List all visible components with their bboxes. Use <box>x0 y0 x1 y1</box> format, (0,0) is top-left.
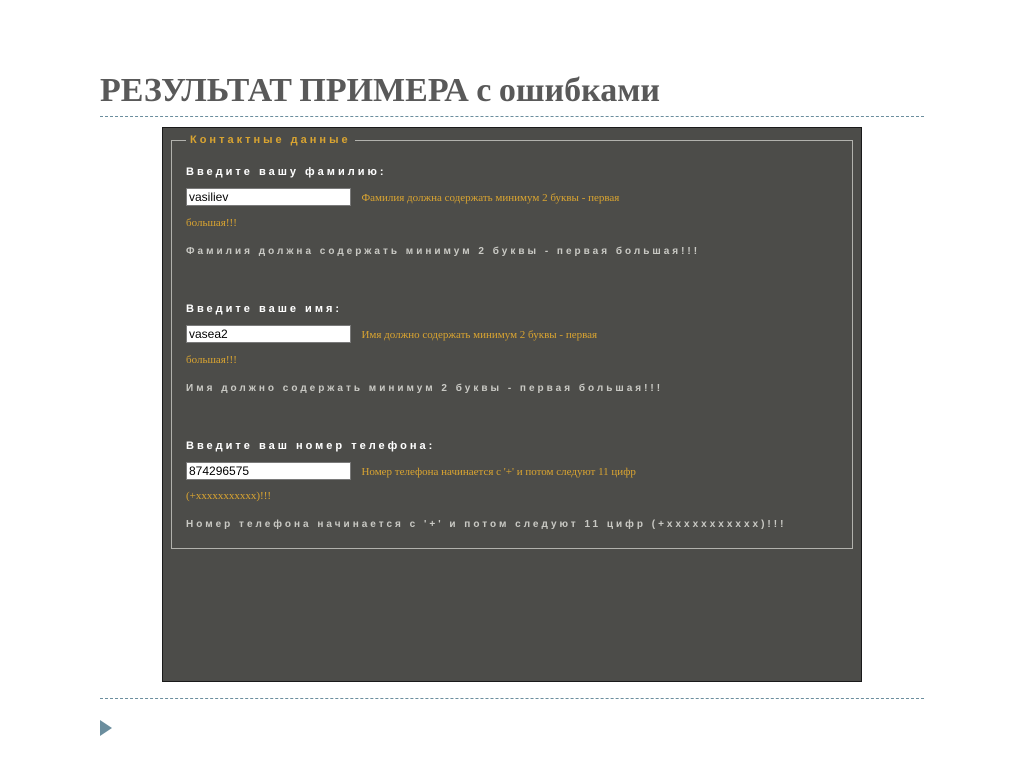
fieldset-legend: Контактные данные <box>186 134 355 146</box>
name-group: Введите ваше имя: Имя должно содержать м… <box>186 303 838 398</box>
phone-input[interactable] <box>186 462 351 480</box>
next-arrow-icon <box>100 720 112 736</box>
surname-input[interactable] <box>186 188 351 206</box>
surname-error-inline: Фамилия должна содержать минимум 2 буквы… <box>361 192 619 204</box>
name-input[interactable] <box>186 325 351 343</box>
divider-top <box>100 116 924 117</box>
slide: РЕЗУЛЬТАТ ПРИМЕРА с ошибками Контактные … <box>0 0 1024 768</box>
slide-title: РЕЗУЛЬТАТ ПРИМЕРА с ошибками <box>100 70 924 110</box>
surname-error-cont: большая!!! <box>186 217 838 229</box>
name-label: Введите ваше имя: <box>186 303 838 315</box>
phone-label: Введите ваш номер телефона: <box>186 440 838 452</box>
contact-fieldset: Контактные данные Введите вашу фамилию: … <box>171 134 853 549</box>
surname-static-hint: Фамилия должна содержать минимум 2 буквы… <box>186 243 838 261</box>
name-static-hint: Имя должно содержать минимум 2 буквы - п… <box>186 380 838 398</box>
phone-error-inline: Номер телефона начинается с '+' и потом … <box>361 466 635 478</box>
surname-label: Введите вашу фамилию: <box>186 166 838 178</box>
name-error-cont: большая!!! <box>186 354 838 366</box>
surname-group: Введите вашу фамилию: Фамилия должна сод… <box>186 166 838 261</box>
divider-bottom <box>100 698 924 699</box>
name-error-inline: Имя должно содержать минимум 2 буквы - п… <box>361 329 597 341</box>
phone-static-hint: Номер телефона начинается с '+' и потом … <box>186 516 838 534</box>
phone-error-cont: (+xxxxxxxxxxx)!!! <box>186 490 838 502</box>
phone-group: Введите ваш номер телефона: Номер телефо… <box>186 440 838 535</box>
form-panel: Контактные данные Введите вашу фамилию: … <box>162 127 862 682</box>
panel-wrap: Контактные данные Введите вашу фамилию: … <box>100 127 924 682</box>
